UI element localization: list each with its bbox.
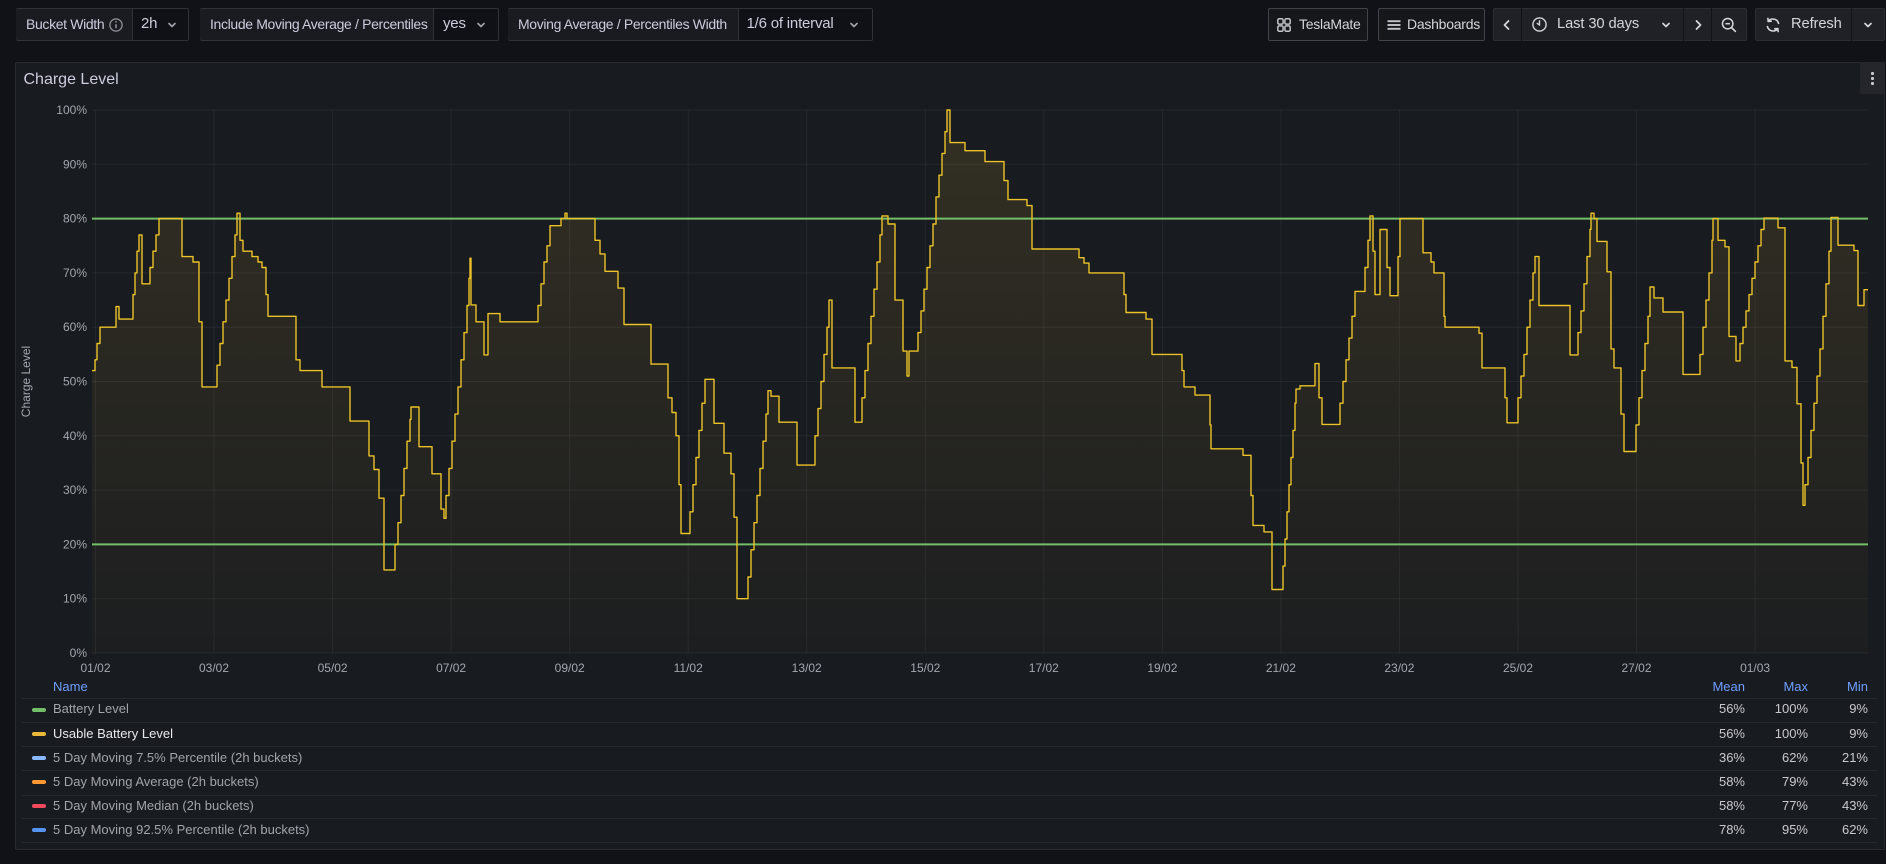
svg-text:Charge Level: Charge Level xyxy=(19,346,33,417)
svg-text:03/02: 03/02 xyxy=(199,661,229,675)
svg-text:01/03: 01/03 xyxy=(1740,661,1770,675)
svg-text:01/02: 01/02 xyxy=(80,661,110,675)
svg-text:60%: 60% xyxy=(63,320,87,334)
svg-text:05/02: 05/02 xyxy=(318,661,348,675)
svg-text:50%: 50% xyxy=(63,375,87,389)
svg-text:13/02: 13/02 xyxy=(792,661,822,675)
svg-text:10%: 10% xyxy=(63,592,87,606)
svg-text:19/02: 19/02 xyxy=(1147,661,1177,675)
svg-text:11/02: 11/02 xyxy=(674,661,703,675)
svg-text:27/02: 27/02 xyxy=(1621,661,1651,675)
svg-text:90%: 90% xyxy=(63,157,87,171)
svg-text:23/02: 23/02 xyxy=(1384,661,1414,675)
svg-text:07/02: 07/02 xyxy=(436,661,466,675)
svg-text:20%: 20% xyxy=(63,537,87,551)
svg-text:21/02: 21/02 xyxy=(1266,661,1296,675)
svg-text:40%: 40% xyxy=(63,429,87,443)
svg-text:0%: 0% xyxy=(70,646,88,660)
svg-text:17/02: 17/02 xyxy=(1029,661,1059,675)
svg-text:25/02: 25/02 xyxy=(1503,661,1533,675)
svg-text:15/02: 15/02 xyxy=(910,661,940,675)
svg-text:80%: 80% xyxy=(63,212,87,226)
svg-text:09/02: 09/02 xyxy=(555,661,585,675)
svg-text:100%: 100% xyxy=(56,103,87,117)
svg-text:70%: 70% xyxy=(63,266,87,280)
svg-text:30%: 30% xyxy=(63,483,87,497)
